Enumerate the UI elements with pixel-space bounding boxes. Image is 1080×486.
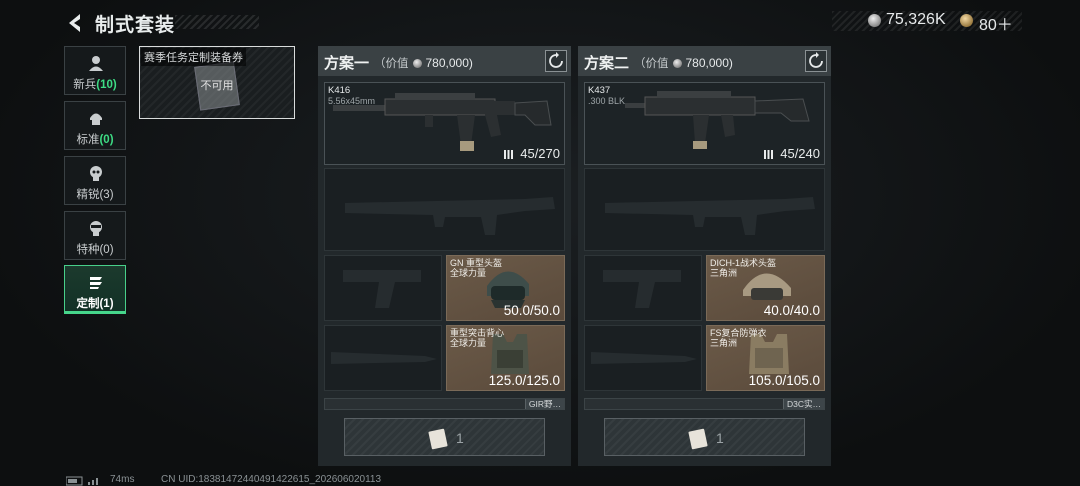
secondary-weapon-slot[interactable] <box>324 168 565 251</box>
voucher-count: 1 <box>716 430 724 446</box>
backpack-tag: D3C实… <box>782 399 824 409</box>
empty-knife-silhouette-icon <box>331 352 437 364</box>
plan-value: （价值 780,000) <box>374 56 473 70</box>
custom-icon <box>90 277 102 289</box>
plan-header: 方案二 （价值 780,000) <box>578 46 831 76</box>
secondary-weapon-slot[interactable] <box>584 168 825 251</box>
silver-coin-icon <box>868 14 881 27</box>
use-voucher-button[interactable]: 1 <box>604 418 805 456</box>
title-decoration <box>175 15 259 29</box>
battery-signal-icon <box>66 476 98 486</box>
silver-coin-icon <box>672 59 682 68</box>
refresh-icon <box>809 52 823 68</box>
page-title: 制式套装 <box>95 15 176 36</box>
voucher-card[interactable]: 赛季任务定制装备券 不可用 <box>139 46 295 119</box>
gold-balance[interactable]: 80＋ <box>979 11 1013 35</box>
plan-name: 方案二 <box>584 55 630 72</box>
armor-durability: 125.0/125.0 <box>488 373 560 388</box>
armor-slot[interactable]: 重型突击背心 全球力量 125.0/125.0 <box>446 325 565 391</box>
category-recruit[interactable]: 新兵(10) <box>64 46 126 95</box>
category-special[interactable]: 特种(0) <box>64 211 126 260</box>
primary-weapon-slot[interactable]: K437 .300 BLK 45/240 <box>584 82 825 165</box>
plan-header: 方案一 （价值 780,000) <box>318 46 571 76</box>
plan-name: 方案一 <box>324 55 370 72</box>
empty-knife-silhouette-icon <box>591 352 697 364</box>
plan-panel-2: 方案二 （价值 780,000) K437 .300 BLK 45/240 DI… <box>578 46 831 466</box>
helmet-slot[interactable]: DICH-1战术头盔 三角洲 40.0/40.0 <box>706 255 825 321</box>
ammo-count: 45/240 <box>780 146 820 161</box>
category-custom[interactable]: 定制(1) <box>64 265 126 314</box>
helmet-name: GN 重型头盔 全球力量 <box>450 258 503 278</box>
category-label: 特种(0) <box>76 244 114 256</box>
gold-coin-icon <box>960 14 973 27</box>
category-label: 精锐(3) <box>76 189 114 201</box>
voucher-status: 不可用 <box>200 80 234 92</box>
use-voucher-button[interactable]: 1 <box>344 418 545 456</box>
helmet-icon <box>90 113 102 125</box>
empty-rifle-silhouette-icon <box>605 197 815 235</box>
armor-durability: 105.0/105.0 <box>748 373 820 388</box>
plan-value: （价值 780,000) <box>634 56 733 70</box>
armor-name: FS复合防弹衣 三角洲 <box>710 328 767 348</box>
backpack-slot[interactable]: D3C实… <box>584 398 825 410</box>
helmet-durability: 40.0/40.0 <box>763 303 820 318</box>
refresh-button[interactable] <box>805 50 827 72</box>
melee-slot[interactable] <box>584 325 702 391</box>
primary-weapon-slot[interactable]: K416 5.56x45mm 45/270 <box>324 82 565 165</box>
pistol-slot[interactable] <box>324 255 442 321</box>
ammo-count: 45/270 <box>520 146 560 161</box>
armor-name: 重型突击背心 全球力量 <box>450 328 505 348</box>
helmet-slot[interactable]: GN 重型头盔 全球力量 50.0/50.0 <box>446 255 565 321</box>
category-elite[interactable]: 精锐(3) <box>64 156 126 205</box>
voucher-count: 1 <box>456 430 464 446</box>
voucher-ticket-icon <box>688 428 708 450</box>
refresh-button[interactable] <box>545 50 567 72</box>
helmet-name: DICH-1战术头盔 三角洲 <box>710 258 777 278</box>
voucher-ticket-icon <box>428 428 448 450</box>
backpack-slot[interactable]: GIR野… <box>324 398 565 410</box>
backpack-tag: GIR野… <box>524 399 564 409</box>
category-label: 新兵(10) <box>73 79 117 91</box>
pistol-slot[interactable] <box>584 255 702 321</box>
silver-balance: 75,326K <box>886 11 946 28</box>
empty-pistol-silhouette-icon <box>603 270 681 308</box>
melee-slot[interactable] <box>324 325 442 391</box>
mask-icon <box>90 221 102 236</box>
back-arrow-icon[interactable] <box>64 12 86 34</box>
ping-value: 74ms <box>110 474 135 485</box>
skull-icon <box>90 166 102 181</box>
empty-rifle-silhouette-icon <box>345 197 555 235</box>
helmet-durability: 50.0/50.0 <box>503 303 560 318</box>
ammo-icon <box>504 150 513 159</box>
category-standard[interactable]: 标准(0) <box>64 101 126 150</box>
empty-pistol-silhouette-icon <box>343 270 421 308</box>
category-label: 标准(0) <box>76 134 114 146</box>
voucher-title: 赛季任务定制装备券 <box>141 48 246 66</box>
ammo-icon <box>764 150 773 159</box>
category-label: 定制(1) <box>76 298 114 310</box>
refresh-icon <box>549 52 563 68</box>
silver-coin-icon <box>412 59 422 68</box>
soldier-icon <box>89 56 103 71</box>
plan-panel-1: 方案一 （价值 780,000) K416 5.56x45mm 45/270 G… <box>318 46 571 466</box>
user-uid: CN UID:18381472440491422615_202606020113 <box>161 474 382 485</box>
armor-slot[interactable]: FS复合防弹衣 三角洲 105.0/105.0 <box>706 325 825 391</box>
